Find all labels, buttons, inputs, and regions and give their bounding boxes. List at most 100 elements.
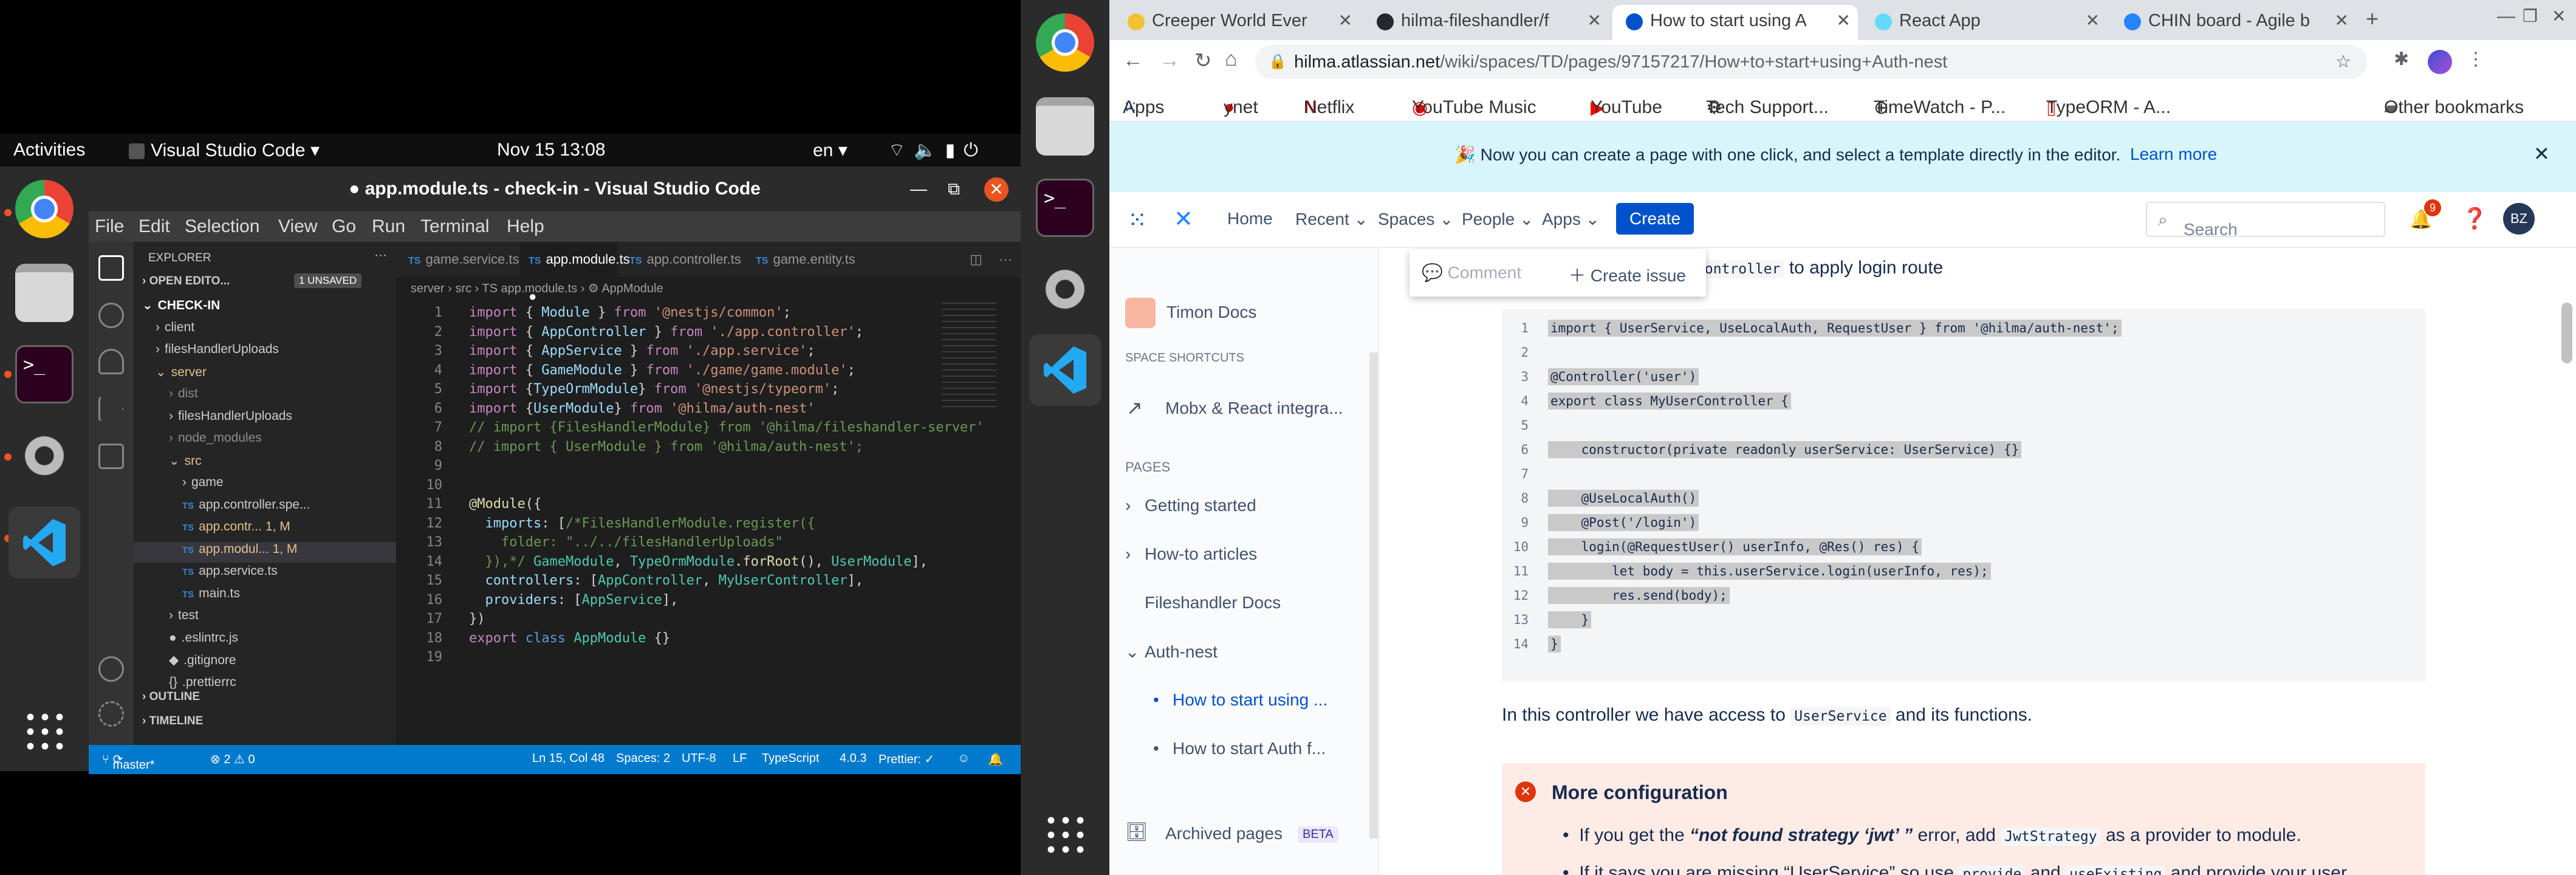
manage-gear-icon[interactable]	[98, 701, 124, 727]
sidebar-scrollbar[interactable]	[1369, 352, 1378, 839]
menu-help[interactable]: Help	[507, 216, 544, 237]
confluence-logo-icon[interactable]: ✕	[1174, 205, 1193, 233]
page-tree-item[interactable]: › Getting started	[1125, 496, 1256, 515]
app-switcher-icon[interactable]: ⁙	[1128, 207, 1147, 234]
code-line[interactable]: // import {FilesHandlerModule} from '@hi…	[469, 420, 984, 435]
page-scrollbar[interactable]	[2561, 303, 2572, 363]
tree-item[interactable]: ◆ .gitignore	[134, 653, 396, 673]
help-icon[interactable]: ❓	[2462, 207, 2487, 231]
vscode-dock-item[interactable]	[9, 507, 80, 578]
account-icon[interactable]	[98, 656, 124, 682]
terminal-icon[interactable]: >_	[15, 345, 74, 403]
terminal-icon[interactable]: >_	[1036, 179, 1094, 237]
tree-item[interactable]: › game	[134, 475, 396, 496]
code-line[interactable]: @Module({	[469, 496, 541, 512]
code-line[interactable]: import { GameModule } from './game/game.…	[469, 363, 855, 378]
shortcut-mobx[interactable]: Mobx & React integra...	[1165, 399, 1343, 418]
activities-button[interactable]: Activities	[13, 140, 85, 160]
code-line[interactable]: controllers: [AppController, MyUserContr…	[469, 573, 864, 588]
search-input[interactable]: ⌕ Search	[2146, 202, 2385, 239]
notifications-icon[interactable]: 🔔	[988, 752, 1003, 767]
indentation[interactable]: Spaces: 2	[616, 752, 670, 766]
page-tree-item[interactable]: • How to start Auth f...	[1153, 739, 1326, 758]
tree-item[interactable]: › test	[134, 608, 396, 629]
page-tree-item[interactable]: • How to start using ...	[1153, 690, 1327, 710]
branch-indicator[interactable]: ⑂ master* ⟳	[102, 752, 154, 772]
code-line[interactable]: providers: [AppService],	[469, 592, 679, 608]
tab-close-icon[interactable]: ✕	[1588, 5, 1601, 36]
breadcrumb[interactable]: server › src › TS app.module.ts › ⚙ AppM…	[396, 277, 1021, 300]
forward-button[interactable]: →	[1159, 49, 1180, 72]
banner-learn-more-link[interactable]: Learn more	[2130, 145, 2217, 164]
code-line[interactable]: }),*/ GameModule, TypeOrmModule.forRoot(…	[469, 554, 928, 569]
more-actions-icon[interactable]: ···	[990, 242, 1012, 277]
browser-tab[interactable]: Creeper World Ever ✕	[1114, 5, 1360, 40]
code-block[interactable]: 1 import { UserService, UseLocalAuth, Req…	[1502, 309, 2425, 682]
tab-close-icon[interactable]: ✕	[2086, 5, 2100, 36]
page-tree-item[interactable]: Fileshandler Docs	[1125, 593, 1281, 612]
editor-tab[interactable]: TS app.controller.ts	[621, 242, 742, 277]
tree-item[interactable]: ● .eslintrc.js	[134, 631, 396, 651]
open-editors-section[interactable]: › OPEN EDITO...	[142, 275, 230, 288]
show-apps-icon[interactable]	[23, 710, 66, 752]
address-bar[interactable]: 🔒 hilma.atlassian.net/wiki/spaces/TD/pag…	[1255, 45, 2367, 79]
nav-people[interactable]: People ⌄	[1462, 209, 1533, 229]
chrome-icon[interactable]	[1036, 13, 1094, 72]
code-line[interactable]: import {UserModule} from '@hilma/auth-ne…	[469, 401, 815, 416]
browser-tab[interactable]: CHIN board - Agile b ✕	[2111, 5, 2356, 40]
tree-item[interactable]: › node_modules	[134, 431, 396, 451]
code-editor[interactable]: 1 import { Module } from '@nestjs/common'…	[396, 300, 1021, 745]
minimize-button[interactable]: —	[2497, 6, 2515, 27]
menu-view[interactable]: View	[278, 216, 317, 237]
split-editor-icon[interactable]: ◫	[961, 242, 982, 277]
files-icon[interactable]	[15, 264, 74, 322]
nav-recent[interactable]: Recent ⌄	[1295, 209, 1368, 229]
editor-tab[interactable]: TS game.service.ts	[400, 242, 519, 277]
home-button[interactable]: ⌂	[1225, 47, 1238, 71]
page-tree-item[interactable]: › How-to articles	[1125, 544, 1257, 564]
files-icon[interactable]	[1036, 97, 1094, 156]
code-line[interactable]: import { AppController } from './app.con…	[469, 324, 863, 340]
tree-item[interactable]: › dist	[134, 386, 396, 407]
bookmark-star-icon[interactable]: ☆	[2335, 45, 2351, 79]
explorer-more-icon[interactable]: ···	[374, 248, 387, 262]
tree-item[interactable]: › filesHandlerUploads	[134, 409, 396, 430]
page-tree-item[interactable]: ⌄ Auth-nest	[1125, 642, 1218, 662]
app-menu[interactable]: Visual Studio Code ▾	[129, 140, 320, 161]
tree-item[interactable]: ⌄ server	[134, 365, 396, 385]
search-icon[interactable]	[98, 303, 124, 328]
settings-icon[interactable]	[15, 427, 74, 485]
create-button[interactable]: Create	[1616, 203, 1694, 235]
problems-indicator[interactable]: ⊗ 2 ⚠ 0	[210, 752, 255, 767]
reload-button[interactable]: ↻	[1194, 49, 1212, 73]
space-name[interactable]: Timon Docs	[1166, 303, 1256, 322]
tree-item[interactable]: › filesHandlerUploads	[134, 342, 396, 363]
language-mode[interactable]: TypeScript	[762, 752, 819, 766]
menu-go[interactable]: Go	[332, 216, 356, 237]
run-debug-icon[interactable]	[98, 396, 124, 422]
profile-avatar[interactable]	[2428, 50, 2452, 74]
eol[interactable]: LF	[733, 752, 747, 766]
system-tray[interactable]: ⌔🔈▮⏻	[888, 139, 987, 162]
nav-spaces[interactable]: Spaces ⌄	[1378, 209, 1454, 229]
editor-tab[interactable]: TS app.module.ts ●	[520, 242, 630, 304]
show-apps-icon[interactable]	[1044, 813, 1086, 856]
tree-item[interactable]: TS app.modul... 1, M	[134, 541, 396, 563]
tab-close-icon[interactable]: ✕	[1837, 5, 1851, 36]
code-line[interactable]: // import { UserModule } from '@hilma/au…	[469, 439, 863, 455]
code-line[interactable]: })	[469, 611, 485, 626]
encoding[interactable]: UTF-8	[682, 752, 716, 766]
code-line[interactable]: import { AppService } from './app.servic…	[469, 343, 815, 359]
browser-tab[interactable]: React App ✕	[1862, 5, 2107, 40]
code-line[interactable]: export class AppModule {}	[469, 631, 670, 646]
clock[interactable]: Nov 15 13:08	[497, 140, 605, 160]
cursor-position[interactable]: Ln 15, Col 48	[532, 752, 605, 766]
tab-close-icon[interactable]: ✕	[1338, 5, 1352, 36]
comment-button[interactable]: 💬 Comment	[1422, 262, 1521, 283]
menu-terminal[interactable]: Terminal	[420, 216, 489, 237]
back-button[interactable]: ←	[1123, 49, 1143, 72]
prettier-status[interactable]: Prettier: ✓	[879, 752, 934, 767]
vscode-dock-item[interactable]	[1029, 334, 1101, 406]
editor-tab[interactable]: TS game.entity.ts	[747, 242, 857, 277]
browser-tab[interactable]: How to start using A ✕	[1612, 5, 1858, 40]
